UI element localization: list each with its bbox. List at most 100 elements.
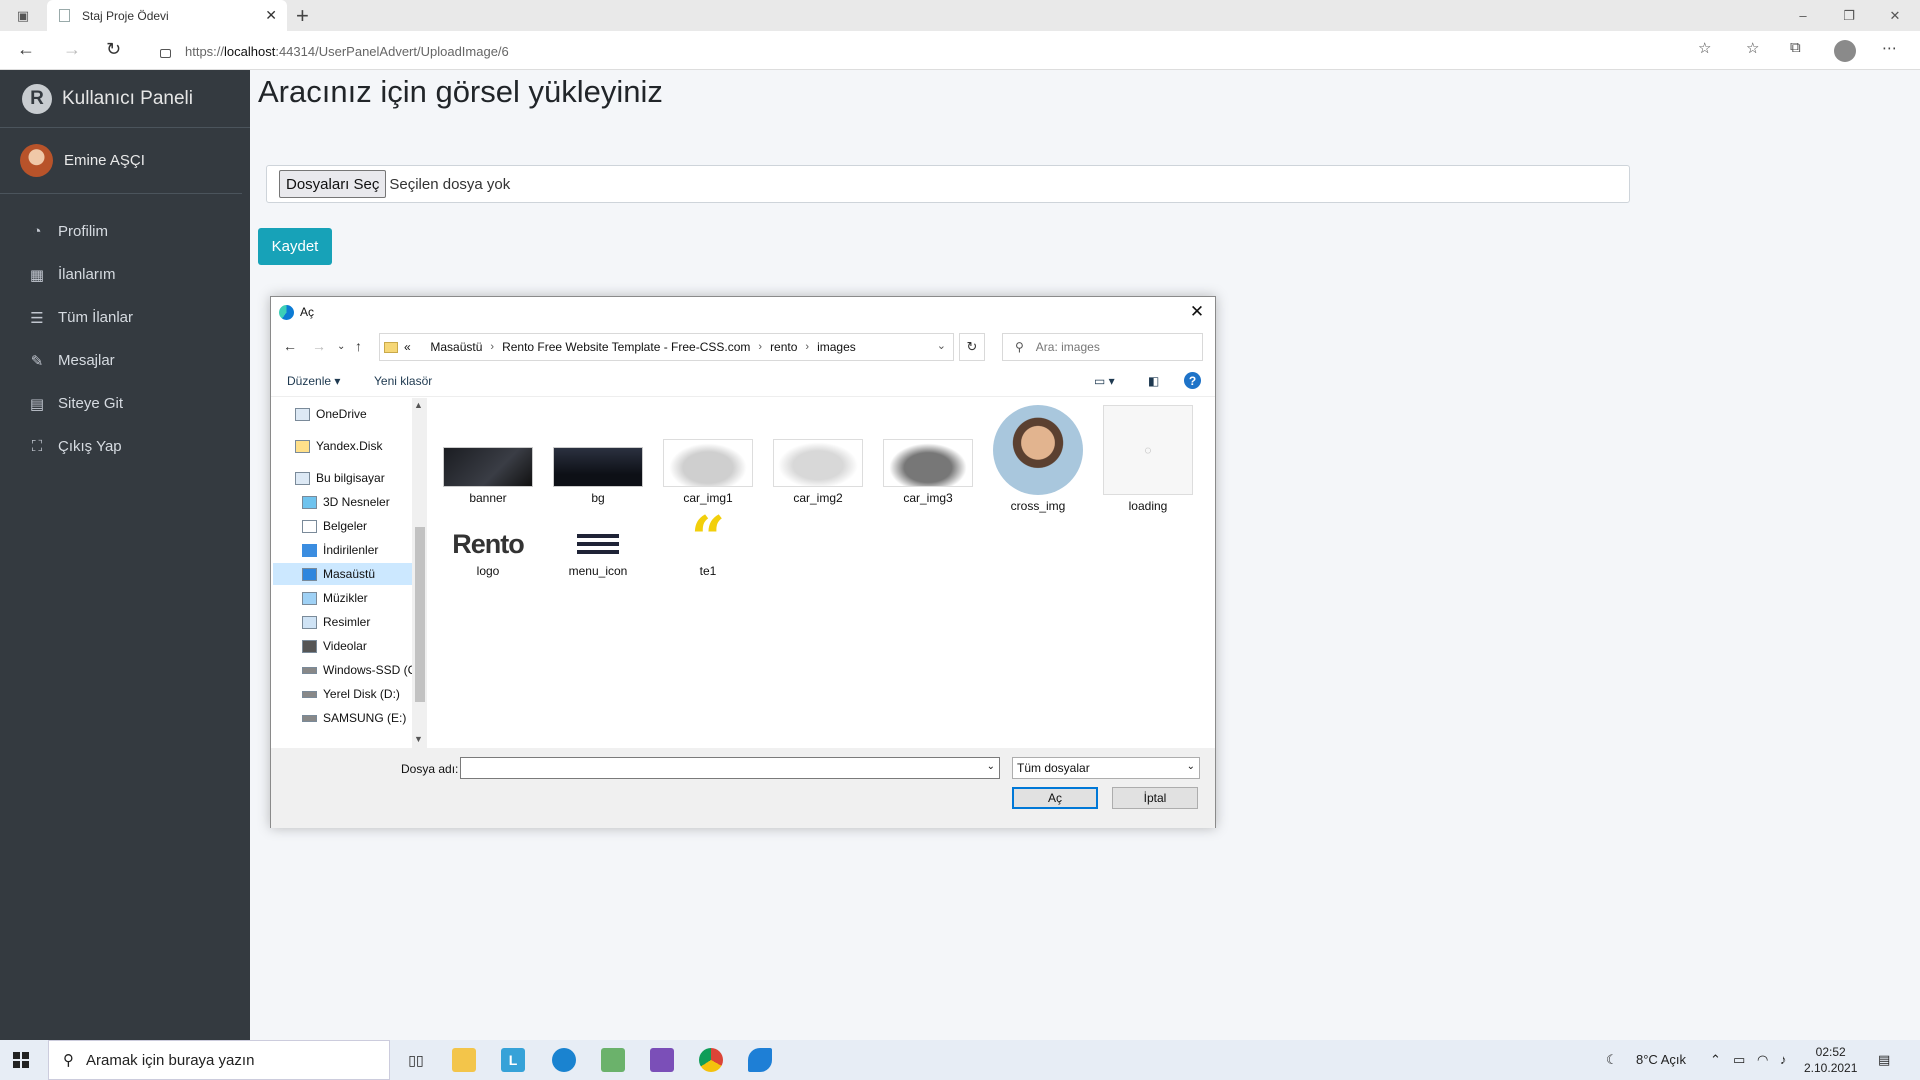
sidebar-item-messages[interactable]: ✎ Mesajlar [0, 339, 250, 382]
file-name: te1 [699, 564, 717, 578]
weather-text[interactable]: 8°C Açık [1636, 1052, 1686, 1067]
file-item[interactable]: bg [550, 405, 646, 505]
new-tab-icon[interactable]: + [296, 3, 309, 29]
add-favorite-icon[interactable]: ☆ [1698, 39, 1711, 57]
url-field[interactable]: https://localhost:44314/UserPanelAdvert/… [148, 37, 1740, 65]
clock[interactable]: 02:52 2.10.2021 [1804, 1044, 1857, 1076]
tree-scrollbar[interactable]: ▲ ▼ [412, 398, 427, 748]
chrome-icon[interactable] [699, 1048, 723, 1072]
new-folder-button[interactable]: Yeni klasör [374, 374, 432, 388]
collections-icon[interactable]: ⧉ [1790, 39, 1801, 56]
preview-pane-icon[interactable]: ◧ [1148, 374, 1159, 388]
file-explorer-icon[interactable] [452, 1048, 476, 1072]
visual-studio-icon[interactable] [650, 1048, 674, 1072]
tree-item[interactable]: SAMSUNG (E:) [302, 707, 417, 729]
chevron-up-icon[interactable]: ⌃ [1710, 1052, 1721, 1068]
tree-item[interactable]: Videolar [302, 635, 417, 657]
tree-item[interactable]: 3D Nesneler [302, 491, 417, 513]
dialog-back-icon[interactable]: ← [283, 338, 297, 354]
tree-item[interactable]: Yerel Disk (D:) [302, 683, 417, 705]
file-item[interactable]: menu_icon [550, 528, 646, 578]
breadcrumb-item[interactable]: Masaüstü [430, 340, 482, 354]
tree-item[interactable]: İndirilenler [302, 539, 417, 561]
user-panel[interactable]: Emine AŞÇI [0, 128, 242, 194]
file-item[interactable]: ◌ loading [1100, 405, 1196, 513]
scroll-down-icon[interactable]: ▼ [414, 734, 423, 744]
window-close-icon[interactable]: ✕ [1872, 0, 1918, 31]
edge-icon[interactable] [552, 1048, 576, 1072]
tree-item[interactable]: Bu bilgisayar [295, 467, 417, 489]
tree-item-label: Bu bilgisayar [316, 471, 385, 485]
favorites-icon[interactable]: ☆ [1746, 39, 1759, 57]
dialog-title-bar[interactable]: Aç [271, 297, 1215, 327]
tree-item[interactable]: Resimler [302, 611, 417, 633]
task-view-icon[interactable]: ▯▯ [404, 1048, 428, 1072]
wifi-icon[interactable]: ◠ [1757, 1052, 1768, 1068]
refresh-icon[interactable]: ↻ [106, 39, 121, 60]
file-item[interactable]: “ te1 [660, 509, 756, 578]
battery-icon[interactable]: ▭ [1733, 1052, 1745, 1068]
scroll-up-icon[interactable]: ▲ [414, 400, 423, 410]
minimize-icon[interactable]: – [1780, 0, 1826, 31]
open-button[interactable]: Aç [1012, 787, 1098, 809]
filename-input[interactable]: ⌄ [460, 757, 1000, 779]
file-input[interactable]: Dosyaları Seç Seçilen dosya yok [266, 165, 1630, 203]
file-item[interactable]: car_img1 [660, 405, 756, 505]
tree-item[interactable]: Müzikler [302, 587, 417, 609]
sidebar-item-logout[interactable]: ⛶ Çıkış Yap [0, 425, 250, 468]
tree-item-selected[interactable]: Masaüstü [273, 563, 412, 585]
view-options-icon[interactable]: ▭ ▾ [1094, 374, 1115, 388]
tree-item[interactable]: Windows-SSD (C [302, 659, 417, 681]
breadcrumb-item[interactable]: Rento Free Website Template - Free-CSS.c… [502, 340, 750, 354]
restore-icon[interactable]: ❐ [1826, 0, 1872, 31]
snipping-tool-icon[interactable] [601, 1048, 625, 1072]
sidebar-item-go-to-site[interactable]: ▤ Siteye Git [0, 382, 250, 425]
file-item[interactable]: cross_img [990, 405, 1086, 513]
app-l-icon[interactable]: L [501, 1048, 525, 1072]
brand-link[interactable]: R Kullanıcı Paneli [0, 70, 250, 128]
sidebar-item-all-adverts[interactable]: ☰ Tüm İlanlar [0, 296, 250, 339]
help-icon[interactable]: ? [1184, 372, 1201, 389]
breadcrumb-item[interactable]: rento [770, 340, 797, 354]
profile-avatar[interactable] [1834, 40, 1856, 62]
notifications-icon[interactable]: ▤ [1878, 1052, 1890, 1068]
dialog-close-icon[interactable]: ✕ [1185, 300, 1209, 324]
file-item[interactable]: Rento logo [440, 528, 536, 579]
taskbar-search-input[interactable]: ⚲ Aramak için buraya yazın [48, 1040, 390, 1080]
choose-files-button[interactable]: Dosyaları Seç [279, 170, 387, 198]
breadcrumb-overflow[interactable]: « [404, 340, 411, 354]
dialog-up-icon[interactable]: ↑ [355, 338, 362, 354]
breadcrumb-item[interactable]: images [817, 340, 856, 354]
volume-icon[interactable]: ♪ [1780, 1052, 1787, 1067]
user-exit-icon: ⛶ [31, 438, 43, 455]
azure-data-studio-icon[interactable] [748, 1048, 772, 1072]
cancel-button[interactable]: İptal [1112, 787, 1198, 809]
file-item[interactable]: car_img2 [770, 405, 866, 505]
tree-item[interactable]: Belgeler [302, 515, 417, 537]
sidebar-item-label: Siteye Git [58, 395, 124, 412]
chevron-down-icon[interactable]: ⌄ [987, 761, 995, 772]
dialog-refresh-icon[interactable]: ↻ [959, 333, 985, 361]
recent-locations-icon[interactable]: ⌄ [337, 341, 345, 352]
close-tab-icon[interactable]: ✕ [265, 7, 277, 24]
back-icon[interactable]: ← [17, 39, 35, 60]
organize-button[interactable]: Düzenle ▾ [287, 374, 340, 388]
file-item[interactable]: banner [440, 405, 536, 505]
forward-icon[interactable]: → [63, 39, 81, 60]
tree-item[interactable]: OneDrive [295, 403, 417, 425]
scroll-thumb[interactable] [415, 527, 425, 702]
breadcrumb[interactable]: « › Masaüstü › Rento Free Website Templa… [379, 333, 954, 361]
sidebar-item-my-adverts[interactable]: ▦ İlanlarım [0, 253, 250, 296]
chevron-down-icon[interactable]: ⌄ [937, 339, 946, 352]
browser-tab[interactable]: Staj Proje Ödevi ✕ [47, 0, 287, 31]
sidebar-item-profile[interactable]: ◔ Profilim [0, 210, 250, 253]
dialog-search-input[interactable]: ⚲ Ara: images [1002, 333, 1203, 361]
dialog-forward-icon[interactable]: → [312, 338, 326, 354]
save-button[interactable]: Kaydet [258, 228, 332, 265]
tab-actions-icon[interactable]: ▣ [0, 0, 46, 31]
windows-start-icon[interactable] [13, 1052, 29, 1068]
more-menu-icon[interactable]: ⋯ [1882, 39, 1897, 57]
tree-item[interactable]: Yandex.Disk [295, 435, 417, 457]
file-item[interactable]: car_img3 [880, 405, 976, 505]
filetype-select[interactable]: Tüm dosyalar ⌄ [1012, 757, 1200, 779]
